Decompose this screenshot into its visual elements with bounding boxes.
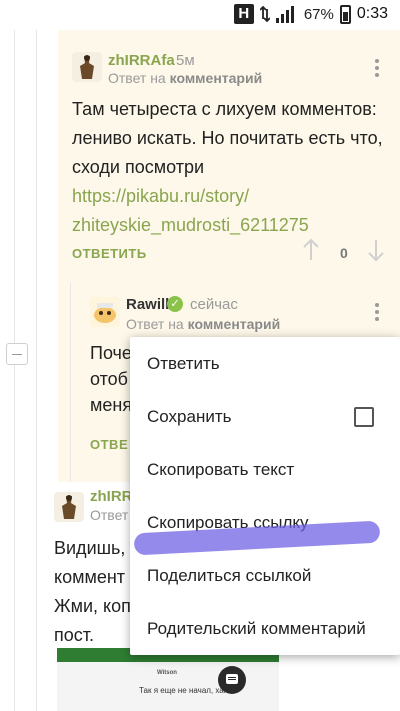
story-link[interactable]: https://pikabu.ru/story/	[72, 182, 383, 211]
network-type-icon: H	[233, 4, 254, 24]
collapse-thread-button[interactable]	[6, 343, 28, 365]
avatar[interactable]	[54, 492, 84, 522]
thread-line	[36, 30, 37, 711]
menu-item-reply[interactable]: Ответить	[130, 337, 400, 390]
reply-to-label[interactable]: Ответ на комментарий	[126, 316, 280, 332]
more-options-icon[interactable]	[374, 303, 380, 321]
comment-username[interactable]: Rawill	[126, 296, 169, 313]
comment-text: Там четыреста с лихуем комментов: лениво…	[72, 95, 383, 240]
more-options-icon[interactable]	[374, 59, 380, 77]
reply-button[interactable]: ОТВЕТИТЬ	[72, 246, 147, 261]
comment-fab-icon[interactable]	[218, 666, 246, 694]
reply-button[interactable]: ОТВЕ	[90, 437, 128, 452]
downvote-icon[interactable]	[368, 238, 384, 268]
thumb-text: Так я еще не начал, хах.	[139, 686, 230, 695]
battery-icon	[339, 4, 351, 24]
data-arrows-icon	[259, 5, 270, 23]
thread-lines	[0, 30, 60, 711]
menu-item-save[interactable]: Сохранить	[130, 390, 400, 443]
avatar[interactable]	[72, 52, 102, 82]
battery-percent: 67%	[303, 5, 334, 23]
comment-time: сейчас	[190, 296, 238, 313]
reply-to-label[interactable]: Ответ	[90, 507, 128, 523]
reply-to-label[interactable]: Ответ на комментарий	[108, 70, 262, 86]
check-badge-icon: ✓	[167, 296, 183, 312]
rating-value: 0	[340, 245, 348, 261]
avatar[interactable]	[90, 297, 120, 327]
comment-time: 5м	[176, 52, 195, 69]
status-bar: H 67% 0:33	[0, 0, 400, 30]
comment-text: Видишь, коммент Жми, коп пост.	[54, 538, 131, 645]
comment-text: Поче отоб меня	[90, 343, 133, 415]
menu-item-parent-comment[interactable]: Родительский комментарий	[130, 602, 400, 655]
context-menu: Ответить Сохранить Скопировать текст Ско…	[130, 337, 400, 655]
comment-username[interactable]: zhIRRAfa	[108, 52, 175, 69]
status-icons: H 67% 0:33	[233, 4, 388, 24]
upvote-icon[interactable]	[303, 238, 319, 268]
clock: 0:33	[356, 5, 388, 22]
story-link[interactable]: zhiteyskie_mudrosti_6211275	[72, 211, 383, 240]
thread-line	[14, 30, 15, 711]
save-checkbox[interactable]	[354, 407, 374, 427]
menu-item-copy-text[interactable]: Скопировать текст	[130, 443, 400, 496]
signal-icon	[275, 6, 294, 23]
thumb-username: Witson	[157, 670, 177, 676]
menu-item-share-link[interactable]: Поделиться ссылкой	[130, 549, 400, 602]
